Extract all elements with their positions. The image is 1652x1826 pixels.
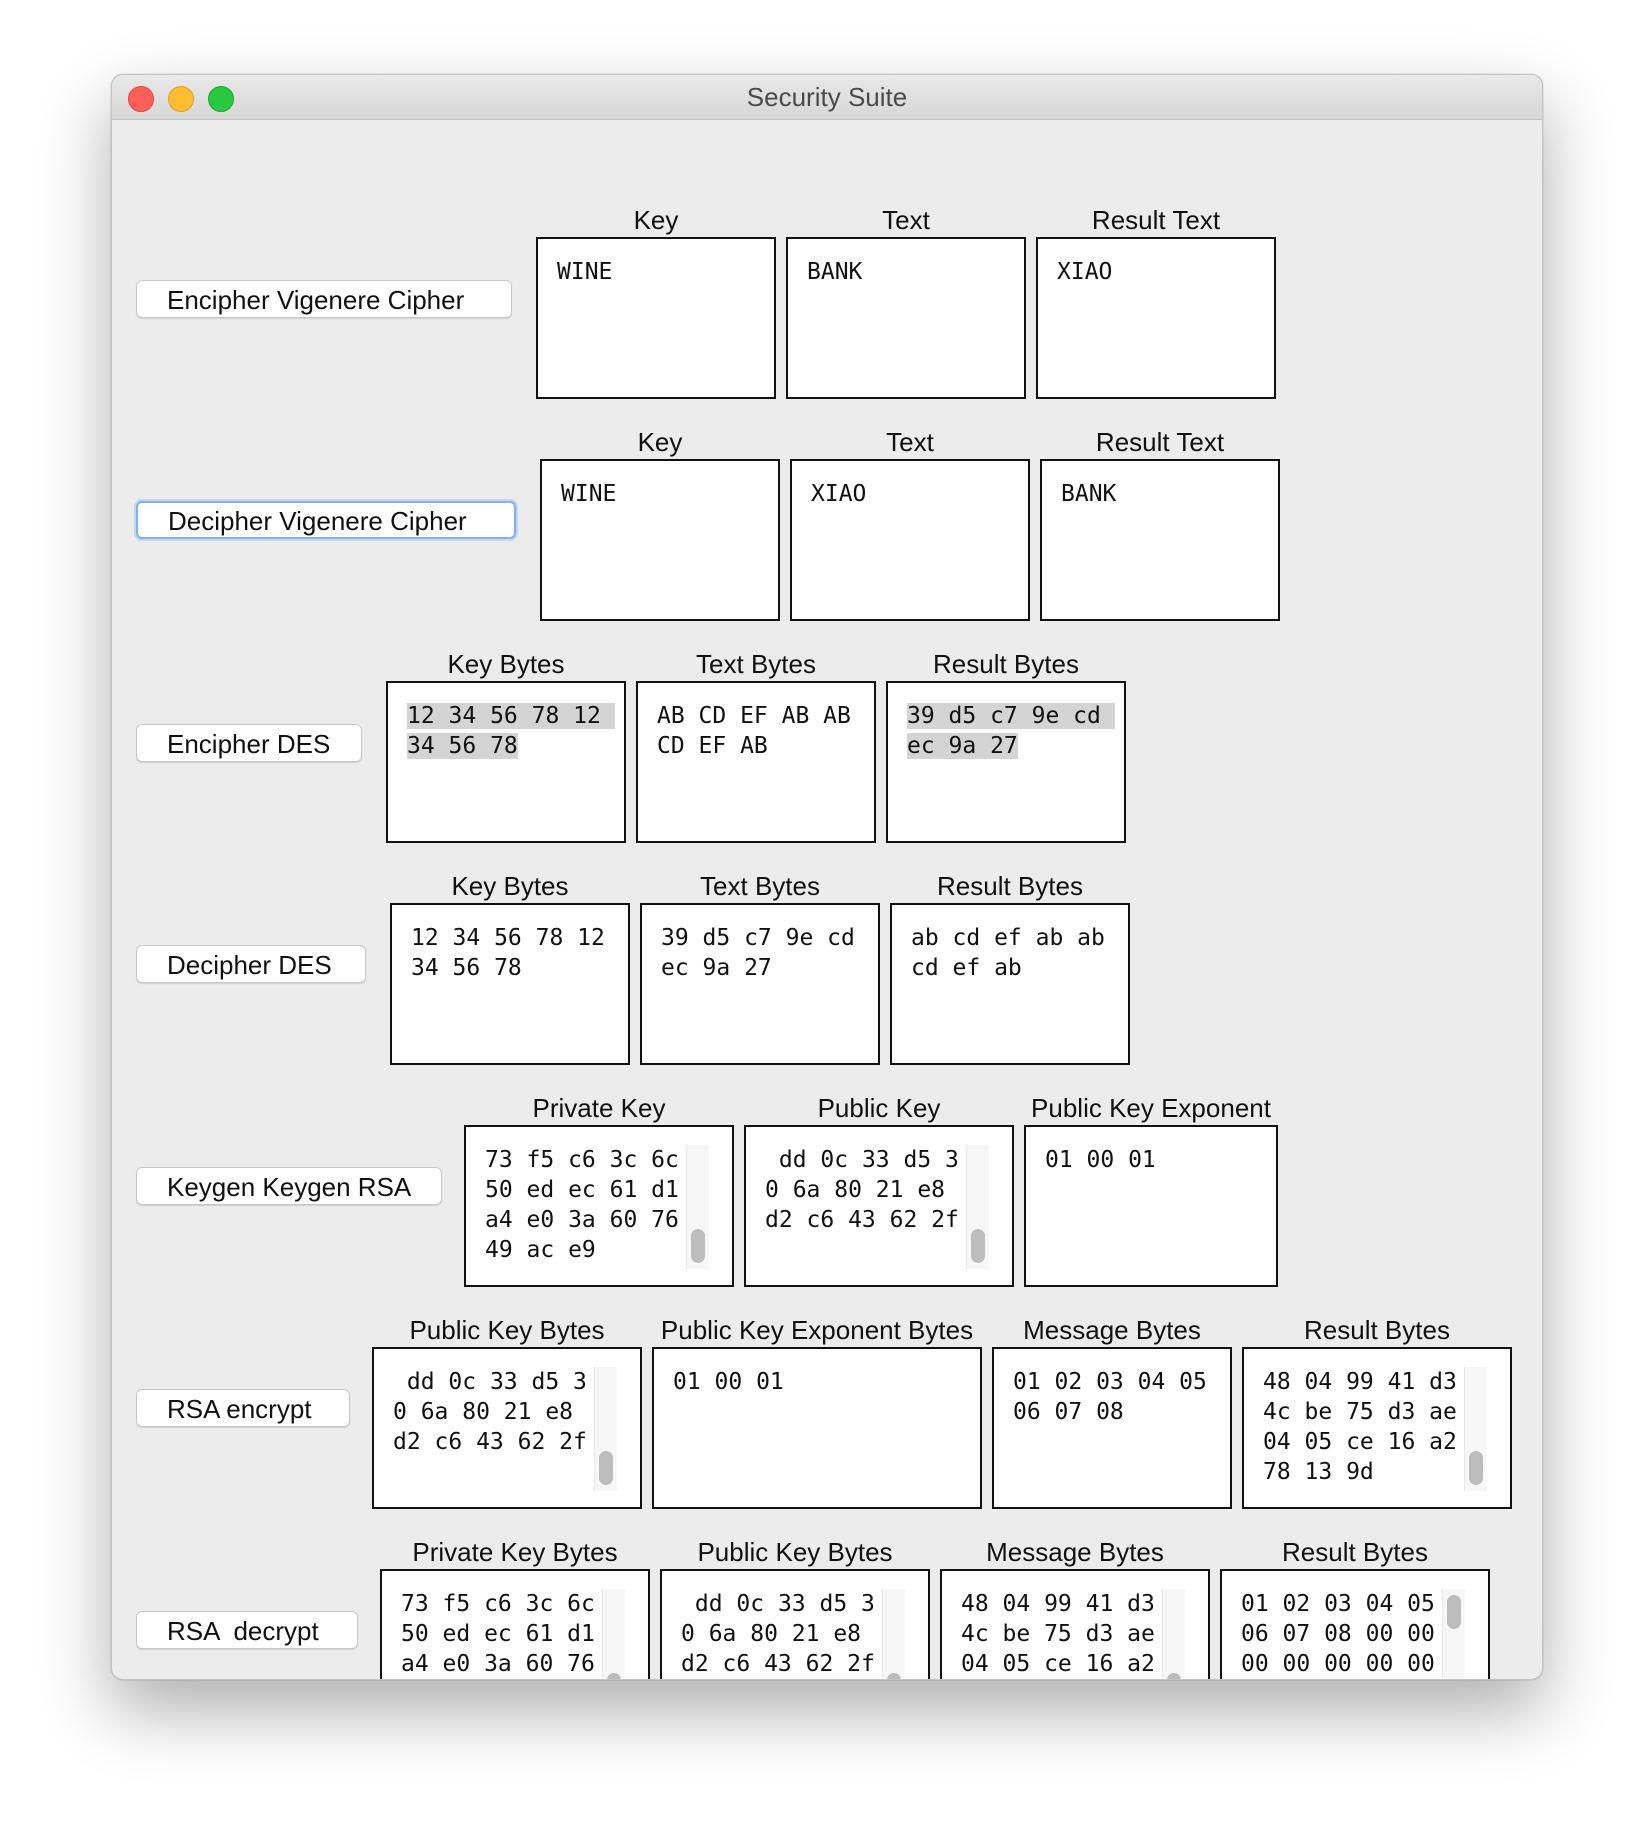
keygen-private-key-label: Private Key [532, 1093, 666, 1123]
rsa-dec-private-key-value: 73 f5 c6 3c 6c 50 ed ec 61 d1 a4 e0 3a 6… [401, 1591, 595, 1677]
dec-des-text-value: 39 d5 c7 9e cd ec 9a 27 [661, 925, 869, 981]
dec-vig-key-label: Key [637, 427, 683, 457]
keygen-public-key-field[interactable]: dd 0c 33 d5 30 6a 80 21 e8 d2 c6 43 62 2… [744, 1125, 1014, 1287]
dec-vig-result-field[interactable]: BANK [1040, 459, 1280, 621]
rsa-encrypt-button[interactable]: RSA encrypt [136, 1389, 350, 1427]
rsa-enc-public-key-label: Public Key Bytes [409, 1315, 605, 1345]
scrollbar-thumb[interactable] [971, 1229, 985, 1263]
scrollbar-thumb[interactable] [1167, 1673, 1181, 1679]
keygen-rsa-button[interactable]: Keygen Keygen RSA [136, 1167, 442, 1205]
dec-des-result-value: ab cd ef ab ab cd ef ab [911, 925, 1119, 981]
rsa-dec-result-label: Result Bytes [1282, 1537, 1428, 1567]
enc-vig-result-value: XIAO [1057, 259, 1113, 285]
rsa-dec-message-label: Message Bytes [986, 1537, 1164, 1567]
enc-vig-text-label: Text [882, 205, 930, 235]
enc-vig-result-label: Result Text [1091, 205, 1221, 235]
dec-des-result-label: Result Bytes [937, 871, 1083, 901]
decipher-des-button[interactable]: Decipher DES [136, 945, 366, 983]
rsa-enc-public-key-scrollbar[interactable] [594, 1367, 617, 1491]
rsa-decrypt-button[interactable]: RSA decrypt [136, 1611, 358, 1649]
keygen-exponent-label: Public Key Exponent [1031, 1093, 1271, 1123]
enc-vig-text-field[interactable]: BANK [786, 237, 1026, 399]
enc-des-text-label: Text Bytes [696, 649, 816, 679]
keygen-public-key-label: Public Key [817, 1093, 941, 1123]
dec-des-key-field[interactable]: 12 34 56 78 12 34 56 78 [390, 903, 630, 1065]
enc-vig-result-field[interactable]: XIAO [1036, 237, 1276, 399]
keygen-public-key-scrollbar[interactable] [966, 1145, 989, 1269]
keygen-exponent-value: 01 00 01 [1045, 1147, 1156, 1173]
scrollbar-thumb[interactable] [887, 1673, 901, 1679]
enc-des-result-field[interactable]: 39 d5 c7 9e cd ec 9a 27 [886, 681, 1126, 843]
main-panel: Encipher Vigenere Cipher Key Text Result… [112, 119, 1542, 1679]
rsa-enc-result-value: 48 04 99 41 d3 4c be 75 d3 ae 04 05 ce 1… [1263, 1369, 1457, 1485]
rsa-dec-message-field[interactable]: 48 04 99 41 d3 4c be 75 d3 ae 04 05 ce 1… [940, 1569, 1210, 1679]
scrollbar-thumb[interactable] [607, 1673, 621, 1679]
window-title: Security Suite [746, 82, 908, 112]
dec-vig-key-field[interactable]: WINE [540, 459, 780, 621]
enc-des-result-value: 39 d5 c7 9e cd ec 9a 27 [907, 701, 1116, 761]
enc-des-key-selection: 12 34 56 78 12 34 56 78 [407, 703, 615, 759]
app-window: Security Suite Encipher Vigenere Cipher … [111, 74, 1543, 1680]
rsa-dec-public-key-label: Public Key Bytes [697, 1537, 893, 1567]
enc-vig-text-value: BANK [807, 259, 863, 285]
rsa-enc-result-scrollbar[interactable] [1464, 1367, 1487, 1491]
dec-vig-result-value: BANK [1061, 481, 1117, 507]
rsa-enc-message-value: 01 02 03 04 05 06 07 08 [1013, 1369, 1221, 1425]
rsa-dec-public-key-field[interactable]: dd 0c 33 d5 30 6a 80 21 e8 d2 c6 43 62 2… [660, 1569, 930, 1679]
enc-vig-key-label: Key [633, 205, 679, 235]
keygen-private-key-scrollbar[interactable] [686, 1145, 709, 1269]
decipher-vigenere-button[interactable]: Decipher Vigenere Cipher [136, 501, 516, 539]
scrollbar-thumb[interactable] [691, 1229, 705, 1263]
rsa-dec-result-value: 01 02 03 04 05 06 07 08 00 00 00 00 00 0… [1241, 1591, 1435, 1677]
rsa-dec-private-key-scrollbar[interactable] [602, 1589, 625, 1679]
scrollbar-thumb[interactable] [1447, 1595, 1461, 1629]
title-bar: Security Suite [112, 75, 1542, 120]
rsa-enc-exponent-label: Public Key Exponent Bytes [660, 1315, 974, 1345]
dec-vig-key-value: WINE [561, 481, 617, 507]
enc-des-key-field[interactable]: 12 34 56 78 12 34 56 78 [386, 681, 626, 843]
rsa-dec-message-scrollbar[interactable] [1162, 1589, 1185, 1679]
dec-des-text-field[interactable]: 39 d5 c7 9e cd ec 9a 27 [640, 903, 880, 1065]
dec-des-result-field[interactable]: ab cd ef ab ab cd ef ab [890, 903, 1130, 1065]
dec-vig-result-label: Result Text [1095, 427, 1225, 457]
keygen-exponent-field[interactable]: 01 00 01 [1024, 1125, 1278, 1287]
keygen-private-key-field[interactable]: 73 f5 c6 3c 6c 50 ed ec 61 d1 a4 e0 3a 6… [464, 1125, 734, 1287]
enc-vig-key-value: WINE [557, 259, 613, 285]
rsa-dec-message-value: 48 04 99 41 d3 4c be 75 d3 ae 04 05 ce 1… [961, 1591, 1155, 1677]
enc-des-key-label: Key Bytes [447, 649, 565, 679]
enc-des-key-value: 12 34 56 78 12 34 56 78 [407, 701, 616, 761]
rsa-enc-message-label: Message Bytes [1023, 1315, 1201, 1345]
enc-des-result-label: Result Bytes [933, 649, 1079, 679]
enc-des-text-value: AB CD EF AB AB CD EF AB [657, 703, 865, 759]
keygen-private-key-value: 73 f5 c6 3c 6c 50 ed ec 61 d1 a4 e0 3a 6… [485, 1147, 679, 1263]
rsa-dec-private-key-label: Private Key Bytes [412, 1537, 618, 1567]
rsa-enc-result-field[interactable]: 48 04 99 41 d3 4c be 75 d3 ae 04 05 ce 1… [1242, 1347, 1512, 1509]
rsa-enc-exponent-field[interactable]: 01 00 01 [652, 1347, 982, 1509]
rsa-dec-public-key-value: dd 0c 33 d5 30 6a 80 21 e8 d2 c6 43 62 2… [681, 1591, 875, 1677]
encipher-des-button[interactable]: Encipher DES [136, 724, 362, 762]
enc-vig-key-field[interactable]: WINE [536, 237, 776, 399]
rsa-enc-public-key-value: dd 0c 33 d5 30 6a 80 21 e8 d2 c6 43 62 2… [393, 1369, 587, 1455]
rsa-enc-result-label: Result Bytes [1304, 1315, 1450, 1345]
dec-vig-text-label: Text [886, 427, 934, 457]
dec-des-key-value: 12 34 56 78 12 34 56 78 [411, 925, 619, 981]
dec-des-text-label: Text Bytes [700, 871, 820, 901]
rsa-dec-private-key-field[interactable]: 73 f5 c6 3c 6c 50 ed ec 61 d1 a4 e0 3a 6… [380, 1569, 650, 1679]
enc-des-result-selection: 39 d5 c7 9e cd ec 9a 27 [907, 703, 1115, 759]
rsa-dec-public-key-scrollbar[interactable] [882, 1589, 905, 1679]
dec-des-key-label: Key Bytes [451, 871, 569, 901]
rsa-enc-exponent-value: 01 00 01 [673, 1369, 784, 1395]
rsa-enc-public-key-field[interactable]: dd 0c 33 d5 30 6a 80 21 e8 d2 c6 43 62 2… [372, 1347, 642, 1509]
rsa-dec-result-scrollbar[interactable] [1442, 1589, 1465, 1679]
dec-vig-text-field[interactable]: XIAO [790, 459, 1030, 621]
scrollbar-thumb[interactable] [599, 1451, 613, 1485]
rsa-enc-message-field[interactable]: 01 02 03 04 05 06 07 08 [992, 1347, 1232, 1509]
encipher-vigenere-button[interactable]: Encipher Vigenere Cipher [136, 280, 512, 318]
enc-des-text-field[interactable]: AB CD EF AB AB CD EF AB [636, 681, 876, 843]
dec-vig-text-value: XIAO [811, 481, 867, 507]
keygen-public-key-value: dd 0c 33 d5 30 6a 80 21 e8 d2 c6 43 62 2… [765, 1147, 959, 1233]
rsa-dec-result-field[interactable]: 01 02 03 04 05 06 07 08 00 00 00 00 00 0… [1220, 1569, 1490, 1679]
scrollbar-thumb[interactable] [1469, 1451, 1483, 1485]
